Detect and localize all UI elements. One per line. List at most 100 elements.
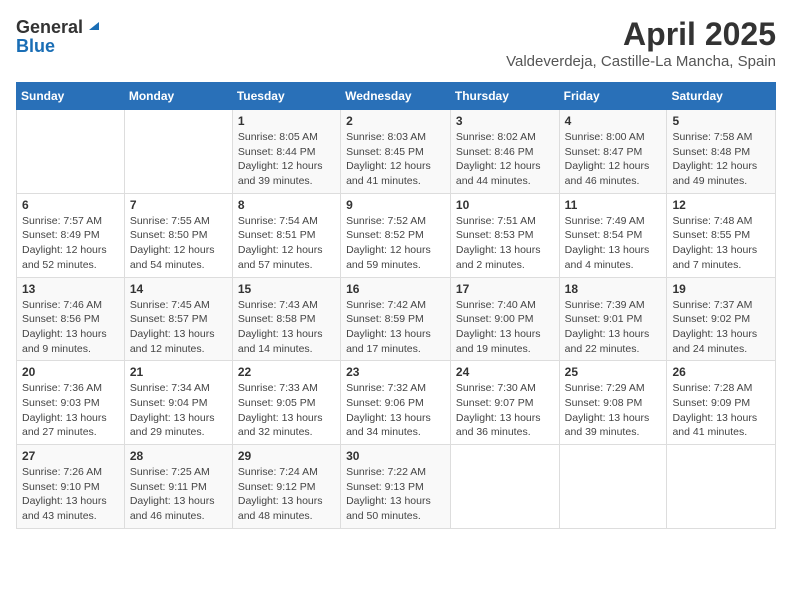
day-info: Sunrise: 7:22 AM Sunset: 9:13 PM Dayligh… xyxy=(346,465,445,524)
day-number: 25 xyxy=(565,365,662,379)
calendar-cell xyxy=(17,110,125,194)
day-info: Sunrise: 7:42 AM Sunset: 8:59 PM Dayligh… xyxy=(346,298,445,357)
day-number: 23 xyxy=(346,365,445,379)
calendar-cell: 2 Sunrise: 8:03 AM Sunset: 8:45 PM Daylig… xyxy=(341,110,451,194)
day-number: 24 xyxy=(456,365,554,379)
day-info: Sunrise: 7:25 AM Sunset: 9:11 PM Dayligh… xyxy=(130,465,227,524)
column-header-monday: Monday xyxy=(124,83,232,110)
logo-general-text: General xyxy=(16,18,83,36)
calendar-cell: 24Sunrise: 7:30 AM Sunset: 9:07 PM Dayli… xyxy=(450,361,559,445)
day-info: Sunrise: 7:26 AM Sunset: 9:10 PM Dayligh… xyxy=(22,465,119,524)
month-title: April 2025 xyxy=(506,16,776,53)
day-info: Sunrise: 8:00 AM Sunset: 8:47 PM Dayligh… xyxy=(565,130,662,189)
day-info: Sunrise: 7:51 AM Sunset: 8:53 PM Dayligh… xyxy=(456,214,554,273)
calendar-cell: 11 Sunrise: 7:49 AM Sunset: 8:54 PM Dayli… xyxy=(559,193,667,277)
day-info: Sunrise: 8:03 AM Sunset: 8:45 PM Dayligh… xyxy=(346,130,445,189)
column-header-sunday: Sunday xyxy=(17,83,125,110)
day-number: 5 xyxy=(672,114,770,128)
day-number: 7 xyxy=(130,198,227,212)
logo: General Blue xyxy=(16,16,101,55)
calendar-week-row: 6 Sunrise: 7:57 AM Sunset: 8:49 PM Daylig… xyxy=(17,193,776,277)
column-header-saturday: Saturday xyxy=(667,83,776,110)
column-header-tuesday: Tuesday xyxy=(232,83,340,110)
calendar-week-row: 20 Sunrise: 7:36 AM Sunset: 9:03 PM Dayli… xyxy=(17,361,776,445)
calendar-cell: 3 Sunrise: 8:02 AM Sunset: 8:46 PM Daylig… xyxy=(450,110,559,194)
day-info: Sunrise: 7:39 AM Sunset: 9:01 PM Dayligh… xyxy=(565,298,662,357)
day-info: Sunrise: 7:37 AM Sunset: 9:02 PM Dayligh… xyxy=(672,298,770,357)
calendar-header-row: SundayMondayTuesdayWednesdayThursdayFrid… xyxy=(17,83,776,110)
day-info: Sunrise: 7:52 AM Sunset: 8:52 PM Dayligh… xyxy=(346,214,445,273)
day-info: Sunrise: 7:34 AM Sunset: 9:04 PM Dayligh… xyxy=(130,381,227,440)
day-info: Sunrise: 7:29 AM Sunset: 9:08 PM Dayligh… xyxy=(565,381,662,440)
calendar-cell: 30 Sunrise: 7:22 AM Sunset: 9:13 PM Dayli… xyxy=(341,445,451,529)
day-number: 1 xyxy=(238,114,335,128)
logo-icon xyxy=(85,16,101,32)
column-header-thursday: Thursday xyxy=(450,83,559,110)
title-area: April 2025 Valdeverdeja, Castille-La Man… xyxy=(506,16,776,70)
day-number: 3 xyxy=(456,114,554,128)
calendar-cell xyxy=(667,445,776,529)
calendar-cell: 12 Sunrise: 7:48 AM Sunset: 8:55 PM Dayli… xyxy=(667,193,776,277)
day-number: 27 xyxy=(22,449,119,463)
day-info: Sunrise: 7:57 AM Sunset: 8:49 PM Dayligh… xyxy=(22,214,119,273)
day-info: Sunrise: 7:43 AM Sunset: 8:58 PM Dayligh… xyxy=(238,298,335,357)
calendar-cell: 18 Sunrise: 7:39 AM Sunset: 9:01 PM Dayli… xyxy=(559,277,667,361)
day-number: 2 xyxy=(346,114,445,128)
day-info: Sunrise: 7:54 AM Sunset: 8:51 PM Dayligh… xyxy=(238,214,335,273)
day-number: 9 xyxy=(346,198,445,212)
day-info: Sunrise: 7:32 AM Sunset: 9:06 PM Dayligh… xyxy=(346,381,445,440)
day-number: 30 xyxy=(346,449,445,463)
calendar-cell: 8 Sunrise: 7:54 AM Sunset: 8:51 PM Daylig… xyxy=(232,193,340,277)
day-info: Sunrise: 7:24 AM Sunset: 9:12 PM Dayligh… xyxy=(238,465,335,524)
calendar-cell: 10 Sunrise: 7:51 AM Sunset: 8:53 PM Dayli… xyxy=(450,193,559,277)
day-info: Sunrise: 7:49 AM Sunset: 8:54 PM Dayligh… xyxy=(565,214,662,273)
calendar-cell: 5Sunrise: 7:58 AM Sunset: 8:48 PM Daylig… xyxy=(667,110,776,194)
calendar-table: SundayMondayTuesdayWednesdayThursdayFrid… xyxy=(16,82,776,529)
calendar-cell: 16 Sunrise: 7:42 AM Sunset: 8:59 PM Dayli… xyxy=(341,277,451,361)
calendar-cell xyxy=(559,445,667,529)
column-header-friday: Friday xyxy=(559,83,667,110)
calendar-cell: 1Sunrise: 8:05 AM Sunset: 8:44 PM Daylig… xyxy=(232,110,340,194)
calendar-cell xyxy=(124,110,232,194)
day-number: 15 xyxy=(238,282,335,296)
header: General Blue April 2025 Valdeverdeja, Ca… xyxy=(16,16,776,70)
day-number: 29 xyxy=(238,449,335,463)
day-number: 21 xyxy=(130,365,227,379)
day-number: 13 xyxy=(22,282,119,296)
day-info: Sunrise: 7:28 AM Sunset: 9:09 PM Dayligh… xyxy=(672,381,770,440)
calendar-cell xyxy=(450,445,559,529)
day-info: Sunrise: 8:02 AM Sunset: 8:46 PM Dayligh… xyxy=(456,130,554,189)
day-number: 19 xyxy=(672,282,770,296)
day-info: Sunrise: 7:45 AM Sunset: 8:57 PM Dayligh… xyxy=(130,298,227,357)
day-number: 6 xyxy=(22,198,119,212)
calendar-cell: 22Sunrise: 7:33 AM Sunset: 9:05 PM Dayli… xyxy=(232,361,340,445)
day-number: 26 xyxy=(672,365,770,379)
calendar-cell: 28Sunrise: 7:25 AM Sunset: 9:11 PM Dayli… xyxy=(124,445,232,529)
calendar-cell: 29 Sunrise: 7:24 AM Sunset: 9:12 PM Dayli… xyxy=(232,445,340,529)
day-number: 12 xyxy=(672,198,770,212)
day-info: Sunrise: 7:55 AM Sunset: 8:50 PM Dayligh… xyxy=(130,214,227,273)
day-info: Sunrise: 7:48 AM Sunset: 8:55 PM Dayligh… xyxy=(672,214,770,273)
calendar-cell: 20 Sunrise: 7:36 AM Sunset: 9:03 PM Dayli… xyxy=(17,361,125,445)
day-number: 10 xyxy=(456,198,554,212)
calendar-cell: 19 Sunrise: 7:37 AM Sunset: 9:02 PM Dayli… xyxy=(667,277,776,361)
calendar-week-row: 27 Sunrise: 7:26 AM Sunset: 9:10 PM Dayli… xyxy=(17,445,776,529)
calendar-cell: 27 Sunrise: 7:26 AM Sunset: 9:10 PM Dayli… xyxy=(17,445,125,529)
calendar-cell: 6 Sunrise: 7:57 AM Sunset: 8:49 PM Daylig… xyxy=(17,193,125,277)
day-number: 16 xyxy=(346,282,445,296)
calendar-cell: 26 Sunrise: 7:28 AM Sunset: 9:09 PM Dayli… xyxy=(667,361,776,445)
day-number: 8 xyxy=(238,198,335,212)
calendar-cell: 15 Sunrise: 7:43 AM Sunset: 8:58 PM Dayli… xyxy=(232,277,340,361)
calendar-cell: 4Sunrise: 8:00 AM Sunset: 8:47 PM Daylig… xyxy=(559,110,667,194)
day-number: 17 xyxy=(456,282,554,296)
day-info: Sunrise: 7:36 AM Sunset: 9:03 PM Dayligh… xyxy=(22,381,119,440)
day-number: 11 xyxy=(565,198,662,212)
calendar-cell: 9 Sunrise: 7:52 AM Sunset: 8:52 PM Daylig… xyxy=(341,193,451,277)
day-info: Sunrise: 7:46 AM Sunset: 8:56 PM Dayligh… xyxy=(22,298,119,357)
calendar-cell: 23 Sunrise: 7:32 AM Sunset: 9:06 PM Dayli… xyxy=(341,361,451,445)
day-number: 20 xyxy=(22,365,119,379)
logo-blue-text: Blue xyxy=(16,37,55,55)
calendar-week-row: 13 Sunrise: 7:46 AM Sunset: 8:56 PM Dayli… xyxy=(17,277,776,361)
day-number: 18 xyxy=(565,282,662,296)
column-header-wednesday: Wednesday xyxy=(341,83,451,110)
